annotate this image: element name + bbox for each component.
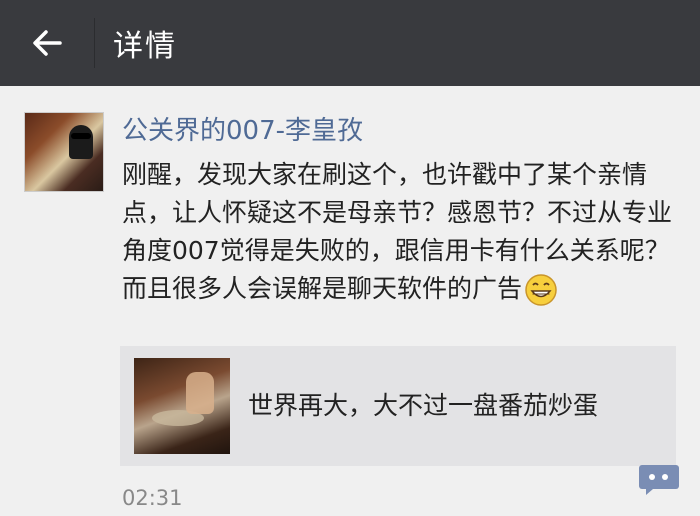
post-text-content: 刚醒，发现大家在刷这个，也许戳中了某个亲情点，让人怀疑这不是母亲节？感恩节？不过… <box>122 160 673 303</box>
back-button[interactable] <box>0 0 94 86</box>
shared-link-card[interactable]: 世界再大，大不过一盘番茄炒蛋 <box>120 346 676 466</box>
avatar[interactable] <box>24 112 104 192</box>
thumbnail-hand <box>186 372 214 414</box>
moment-detail: 公关界的007-李皇孜 刚醒，发现大家在刷这个，也许戳中了某个亲情点，让人怀疑这… <box>0 86 700 516</box>
avatar-sunglasses <box>71 133 91 139</box>
top-bar: 详情 <box>0 0 700 86</box>
post-time: 02:31 <box>122 486 183 510</box>
author-name[interactable]: 公关界的007-李皇孜 <box>122 110 363 147</box>
page-title: 详情 <box>113 29 177 64</box>
grin-emoji-icon <box>525 274 557 306</box>
header-divider <box>94 18 95 68</box>
avatar-figure <box>69 125 93 159</box>
post-text: 刚醒，发现大家在刷这个，也许戳中了某个亲情点，让人怀疑这不是母亲节？感恩节？不过… <box>122 156 682 308</box>
back-arrow-icon <box>33 30 62 56</box>
link-thumbnail <box>134 358 230 454</box>
link-title: 世界再大，大不过一盘番茄炒蛋 <box>248 391 599 420</box>
comment-menu-icon[interactable] <box>638 464 680 496</box>
